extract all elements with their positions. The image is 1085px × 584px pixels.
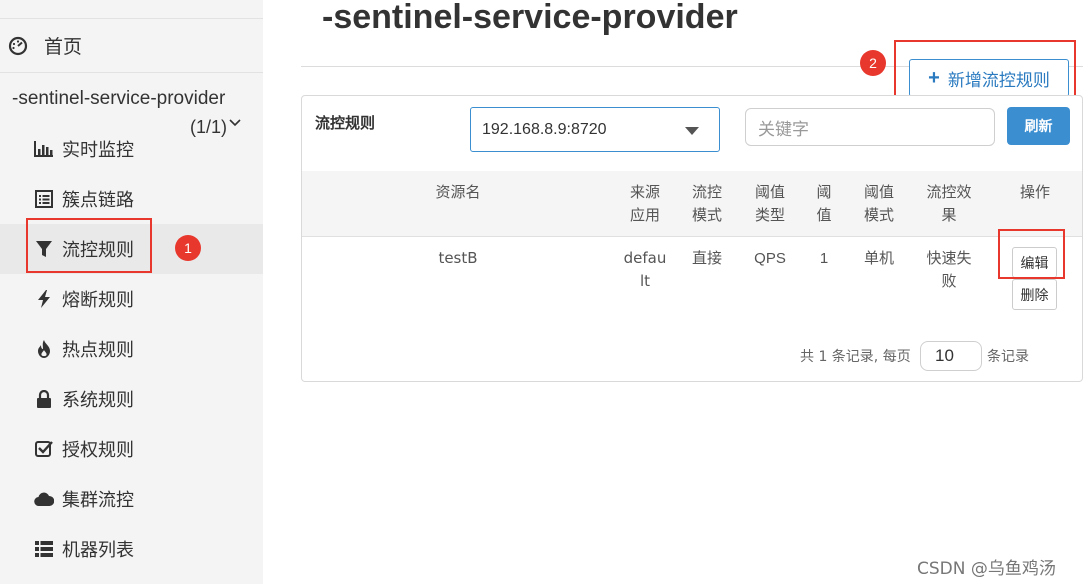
watermark: CSDN @乌鱼鸡汤: [917, 559, 1056, 579]
panel-title: 流控规则: [315, 114, 376, 132]
sidebar-item-label: 首页: [44, 36, 83, 58]
sidebar-item-cluster-point-link[interactable]: 簇点链路: [0, 174, 263, 224]
sidebar-item-label: 集群流控: [62, 490, 134, 511]
sidebar-item-label: 熔断规则: [62, 290, 134, 311]
column-header-cluster-mode: 阈值模式: [863, 183, 894, 224]
bar-chart-icon: [34, 139, 54, 159]
column-header-resource: 资源名: [435, 183, 481, 201]
fire-icon: [34, 339, 54, 359]
sidebar-item-machine-list[interactable]: 机器列表: [0, 524, 263, 574]
sidebar-item-label: 簇点链路: [62, 190, 134, 211]
flow-rules-panel: 流控规则 192.168.8.9:8720 关键字 刷新 资源名 来源应用 流控…: [301, 95, 1083, 382]
bolt-icon: [34, 289, 54, 309]
delete-button[interactable]: 删除: [1012, 279, 1057, 310]
page-size-input[interactable]: 10: [920, 341, 982, 371]
cell-resource: testB: [438, 249, 478, 267]
pager-total-text: 共 1 条记录, 每页: [800, 349, 911, 365]
annotation-badge-1: 1: [175, 235, 201, 261]
column-header-grade: 阈值类型: [754, 183, 785, 224]
lock-icon: [34, 389, 54, 409]
sidebar-item-label: 授权规则: [62, 440, 134, 461]
page-title: -sentinel-service-provider: [322, 0, 738, 36]
highlight-box-add-button: [894, 40, 1076, 102]
cell-count: 1: [819, 250, 829, 267]
column-header-limit-app: 来源应用: [629, 183, 660, 224]
highlight-box-flow-rules: [26, 218, 152, 273]
sidebar-item-label: 实时监控: [62, 140, 134, 161]
caret-down-icon: [685, 127, 699, 135]
list-icon: [34, 189, 54, 209]
keyword-search-input[interactable]: 关键字: [745, 108, 995, 146]
sidebar-item-hotspot-rules[interactable]: 热点规则: [0, 324, 263, 374]
column-header-actions: 操作: [1019, 183, 1050, 201]
cell-cluster-mode: 单机: [863, 249, 894, 267]
sidebar-item-degrade-rules[interactable]: 熔断规则: [0, 274, 263, 324]
cell-control-behavior: 快速失败: [926, 249, 972, 290]
highlight-box-edit-button: [998, 229, 1065, 279]
machine-select[interactable]: 192.168.8.9:8720: [470, 107, 720, 152]
sidebar-item-authority-rules[interactable]: 授权规则: [0, 424, 263, 474]
cell-limit-app: default: [623, 249, 667, 290]
sidebar-item-label: 系统规则: [62, 390, 134, 411]
column-header-strategy: 流控模式: [691, 183, 722, 224]
sidebar-item-label: 热点规则: [62, 340, 134, 361]
cloud-icon: [34, 489, 54, 509]
app-name[interactable]: -sentinel-service-provider: [12, 88, 225, 110]
sidebar: 首页 -sentinel-service-provider (1/1) 实时监控…: [0, 0, 263, 584]
cell-strategy: 直接: [691, 249, 722, 267]
refresh-button[interactable]: 刷新: [1007, 107, 1070, 145]
sidebar-item-system-rules[interactable]: 系统规则: [0, 374, 263, 424]
table-header: 资源名 来源应用 流控模式 阈值类型 阈值 阈值模式 流控效果 操作: [302, 171, 1082, 237]
cell-grade: QPS: [754, 250, 786, 267]
check-square-icon: [34, 439, 54, 459]
pager-suffix-text: 条记录: [987, 349, 1029, 365]
machine-select-value: 192.168.8.9:8720: [482, 121, 607, 138]
th-list-icon: [34, 539, 54, 559]
sidebar-item-home[interactable]: 首页: [0, 18, 263, 73]
column-header-count: 阈值: [816, 183, 832, 224]
dashboard-icon: [8, 36, 28, 56]
sidebar-item-cluster-flow[interactable]: 集群流控: [0, 474, 263, 524]
annotation-badge-2: 2: [860, 50, 886, 76]
sidebar-item-label: 机器列表: [62, 540, 134, 561]
sidebar-item-realtime-monitor[interactable]: 实时监控: [0, 124, 263, 174]
column-header-control-behavior: 流控效果: [926, 183, 972, 224]
